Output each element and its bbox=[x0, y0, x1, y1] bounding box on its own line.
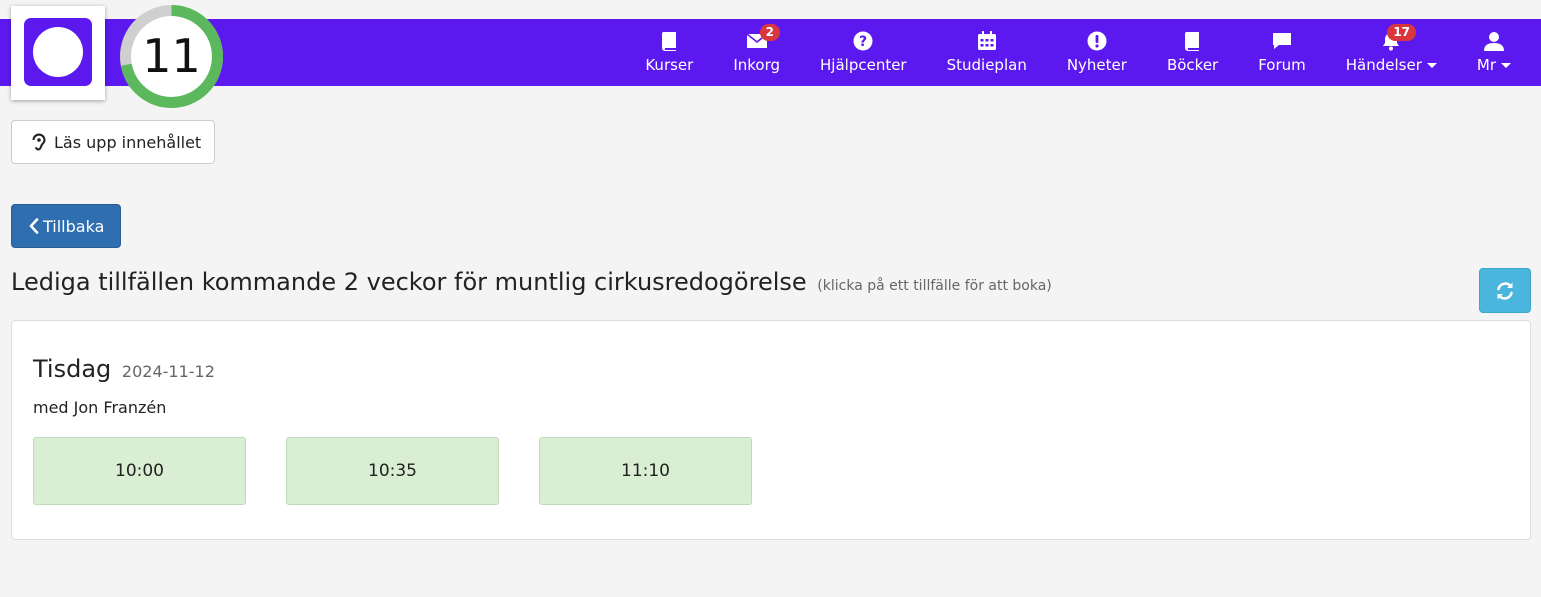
teacher-name: med Jon Franzén bbox=[33, 398, 167, 417]
nav-label: Händelser bbox=[1345, 56, 1422, 74]
events-badge: 17 bbox=[1387, 24, 1417, 41]
back-button[interactable]: Tillbaka bbox=[11, 204, 121, 248]
nav-label: Nyheter bbox=[1066, 56, 1127, 74]
nav-label: Mr bbox=[1476, 56, 1496, 74]
score-value: 11 bbox=[142, 29, 201, 83]
nav-label-with-caret: Mr bbox=[1477, 56, 1511, 74]
caret-down-icon bbox=[1501, 63, 1511, 68]
read-aloud-label: Läs upp innehållet bbox=[54, 132, 202, 152]
nav-studieplan[interactable]: Studieplan bbox=[927, 19, 1047, 86]
inbox-badge: 2 bbox=[759, 24, 781, 41]
calendar-icon bbox=[976, 30, 998, 52]
caret-down-icon bbox=[1426, 63, 1437, 68]
nav-user-menu[interactable]: Mr bbox=[1457, 19, 1531, 86]
exclamation-circle-icon bbox=[1086, 30, 1108, 52]
logo-mark bbox=[24, 18, 92, 86]
nav-inkorg[interactable]: 2 Inkorg bbox=[713, 19, 800, 86]
nav-kurser[interactable]: Kurser bbox=[625, 19, 713, 86]
time-slot-button[interactable]: 11:10 bbox=[539, 437, 752, 505]
comment-icon bbox=[1271, 30, 1293, 52]
question-circle-icon: ? bbox=[852, 30, 874, 52]
page-title: Lediga tillfällen kommande 2 veckor för … bbox=[11, 268, 1052, 296]
book-icon bbox=[658, 30, 680, 52]
score-ring: 11 bbox=[118, 3, 225, 110]
nav-hjalpcenter[interactable]: ? Hjälpcenter bbox=[800, 19, 927, 86]
nav-label: Kurser bbox=[645, 56, 694, 74]
chevron-left-icon bbox=[29, 218, 39, 234]
nav-bocker[interactable]: Böcker bbox=[1147, 19, 1238, 86]
svg-text:?: ? bbox=[859, 34, 867, 50]
ear-icon bbox=[32, 133, 46, 151]
logo-circle bbox=[33, 27, 83, 77]
page-title-hint: (klicka på ett tillfälle för att boka) bbox=[817, 278, 1052, 294]
nav-label-with-caret: Händelser bbox=[1346, 56, 1437, 74]
nav-nyheter[interactable]: Nyheter bbox=[1047, 19, 1147, 86]
nav-label: Studieplan bbox=[946, 56, 1027, 74]
site-logo[interactable] bbox=[11, 6, 105, 100]
nav-label: Forum bbox=[1258, 56, 1306, 74]
refresh-icon bbox=[1497, 281, 1513, 300]
nav-forum[interactable]: Forum bbox=[1238, 19, 1326, 86]
time-slot-button[interactable]: 10:00 bbox=[33, 437, 246, 505]
back-label: Tillbaka bbox=[43, 216, 105, 236]
schedule-panel: Tisdag 2024-11-12 med Jon Franzén 10:00 … bbox=[11, 320, 1531, 540]
user-icon bbox=[1483, 30, 1505, 52]
refresh-button[interactable] bbox=[1479, 268, 1531, 313]
nav-label: Hjälpcenter bbox=[820, 56, 907, 74]
day-heading: Tisdag 2024-11-12 bbox=[33, 355, 215, 383]
day-name: Tisdag bbox=[33, 355, 112, 383]
main-nav: Kurser 2 Inkorg ? Hjälpcenter Studieplan… bbox=[625, 19, 1531, 86]
nav-handelser[interactable]: 17 Händelser bbox=[1326, 19, 1457, 86]
page-title-text: Lediga tillfällen kommande 2 veckor för … bbox=[11, 268, 807, 296]
day-date: 2024-11-12 bbox=[121, 362, 215, 381]
read-aloud-button[interactable]: Läs upp innehållet bbox=[11, 120, 215, 164]
nav-label: Böcker bbox=[1166, 56, 1219, 74]
nav-label: Inkorg bbox=[733, 56, 781, 74]
book-icon bbox=[1182, 30, 1204, 52]
time-slot-button[interactable]: 10:35 bbox=[286, 437, 499, 505]
